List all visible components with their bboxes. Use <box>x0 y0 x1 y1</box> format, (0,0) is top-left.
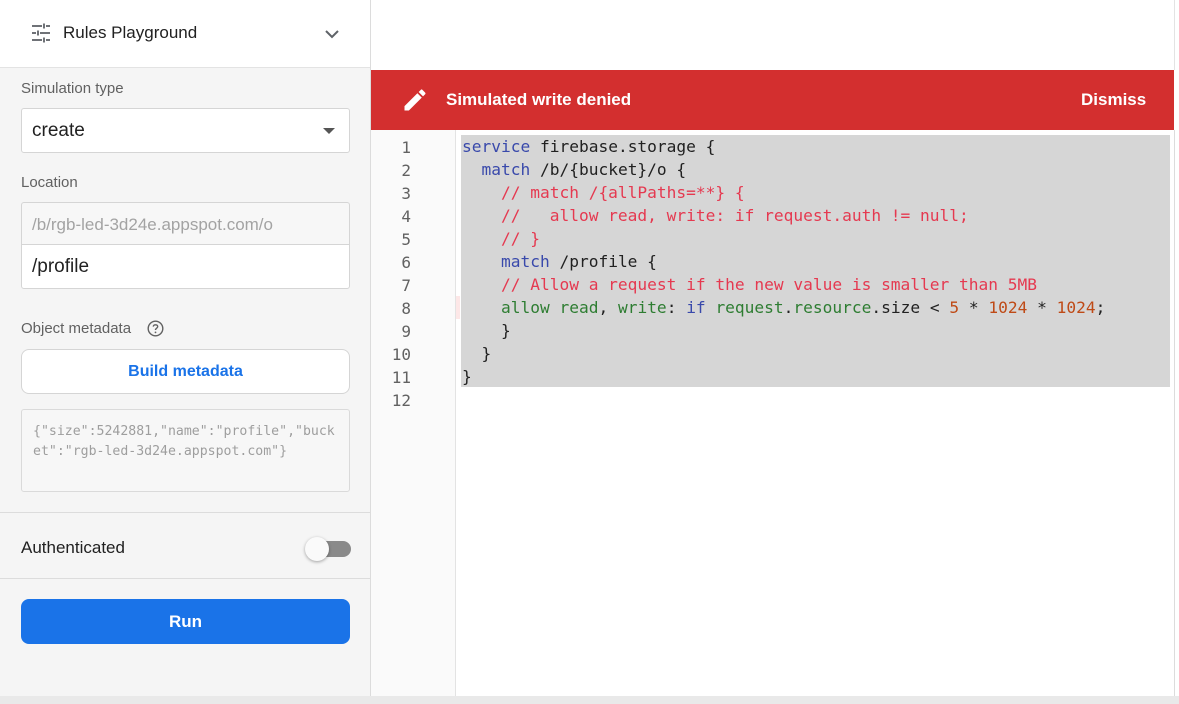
line-number: 11 <box>391 368 411 387</box>
simulation-type-value: create <box>32 120 85 141</box>
line-number: 8 <box>401 299 411 318</box>
metadata-json[interactable]: {"size":5242881,"name":"profile","bucket… <box>21 409 350 492</box>
tune-icon <box>32 23 50 43</box>
run-button[interactable]: Run <box>21 599 350 644</box>
dropdown-arrow-icon <box>323 128 335 134</box>
line-number: 1 <box>401 138 411 157</box>
rules-playground-panel: Rules Playground Simulation type create … <box>0 0 371 696</box>
code-line: // } <box>500 229 540 248</box>
help-circle-icon[interactable] <box>147 320 164 337</box>
code-line: allow read, write: if request.resource.s… <box>500 298 1106 317</box>
divider <box>0 578 370 579</box>
code-line: match /b/{bucket}/o { <box>481 160 687 179</box>
toggle-thumb <box>305 537 329 561</box>
object-metadata-label: Object metadata <box>21 320 132 337</box>
panel-title: Rules Playground <box>63 23 198 42</box>
line-number: 5 <box>401 230 411 249</box>
rules-editor[interactable]: 1 2 3 4 5 6 7 8 9 10 11 12 service fireb… <box>371 130 1175 696</box>
error-line-marker <box>456 296 460 319</box>
line-number: 6 <box>401 253 411 272</box>
location-input[interactable] <box>21 244 350 289</box>
build-metadata-button[interactable]: Build metadata <box>21 349 350 394</box>
location-prefix-text: /b/rgb-led-3d24e.appspot.com/o <box>32 215 273 234</box>
code-line: } <box>462 321 511 340</box>
panel-header[interactable]: Rules Playground <box>0 0 370 68</box>
code-line: // match /{allPaths=**} { <box>500 183 745 202</box>
banner-message: Simulated write denied <box>446 90 632 109</box>
code-line: // Allow a request if the new value is s… <box>500 275 1037 294</box>
window-edge <box>1175 0 1179 696</box>
chevron-down-icon[interactable] <box>322 24 342 44</box>
code-line: service firebase.storage { <box>462 137 716 156</box>
page-bottom-strip <box>0 696 1179 704</box>
dismiss-button[interactable]: Dismiss <box>1081 90 1146 110</box>
code-line: match /profile { <box>500 252 657 271</box>
line-number: 9 <box>401 322 411 341</box>
line-number: 2 <box>401 161 411 180</box>
toolbar-area <box>371 0 1175 70</box>
line-number: 10 <box>391 345 411 364</box>
code-line: // allow read, write: if request.auth !=… <box>500 206 969 225</box>
simulation-type-select[interactable]: create <box>21 108 350 153</box>
pencil-icon <box>404 89 426 111</box>
line-number: 3 <box>401 184 411 203</box>
line-number: 7 <box>401 276 411 295</box>
code-line: } <box>462 367 472 386</box>
error-banner: Simulated write denied Dismiss <box>371 70 1174 130</box>
line-number-gutter: 1 2 3 4 5 6 7 8 9 10 11 12 <box>371 130 456 696</box>
authenticated-label: Authenticated <box>21 538 125 557</box>
code-line: } <box>462 344 492 363</box>
location-label: Location <box>21 174 78 191</box>
location-prefix: /b/rgb-led-3d24e.appspot.com/o <box>21 202 350 245</box>
authenticated-toggle[interactable] <box>305 536 351 562</box>
divider <box>0 512 370 513</box>
line-number: 12 <box>391 391 411 410</box>
simulation-type-label: Simulation type <box>21 80 124 97</box>
line-number: 4 <box>401 207 411 226</box>
